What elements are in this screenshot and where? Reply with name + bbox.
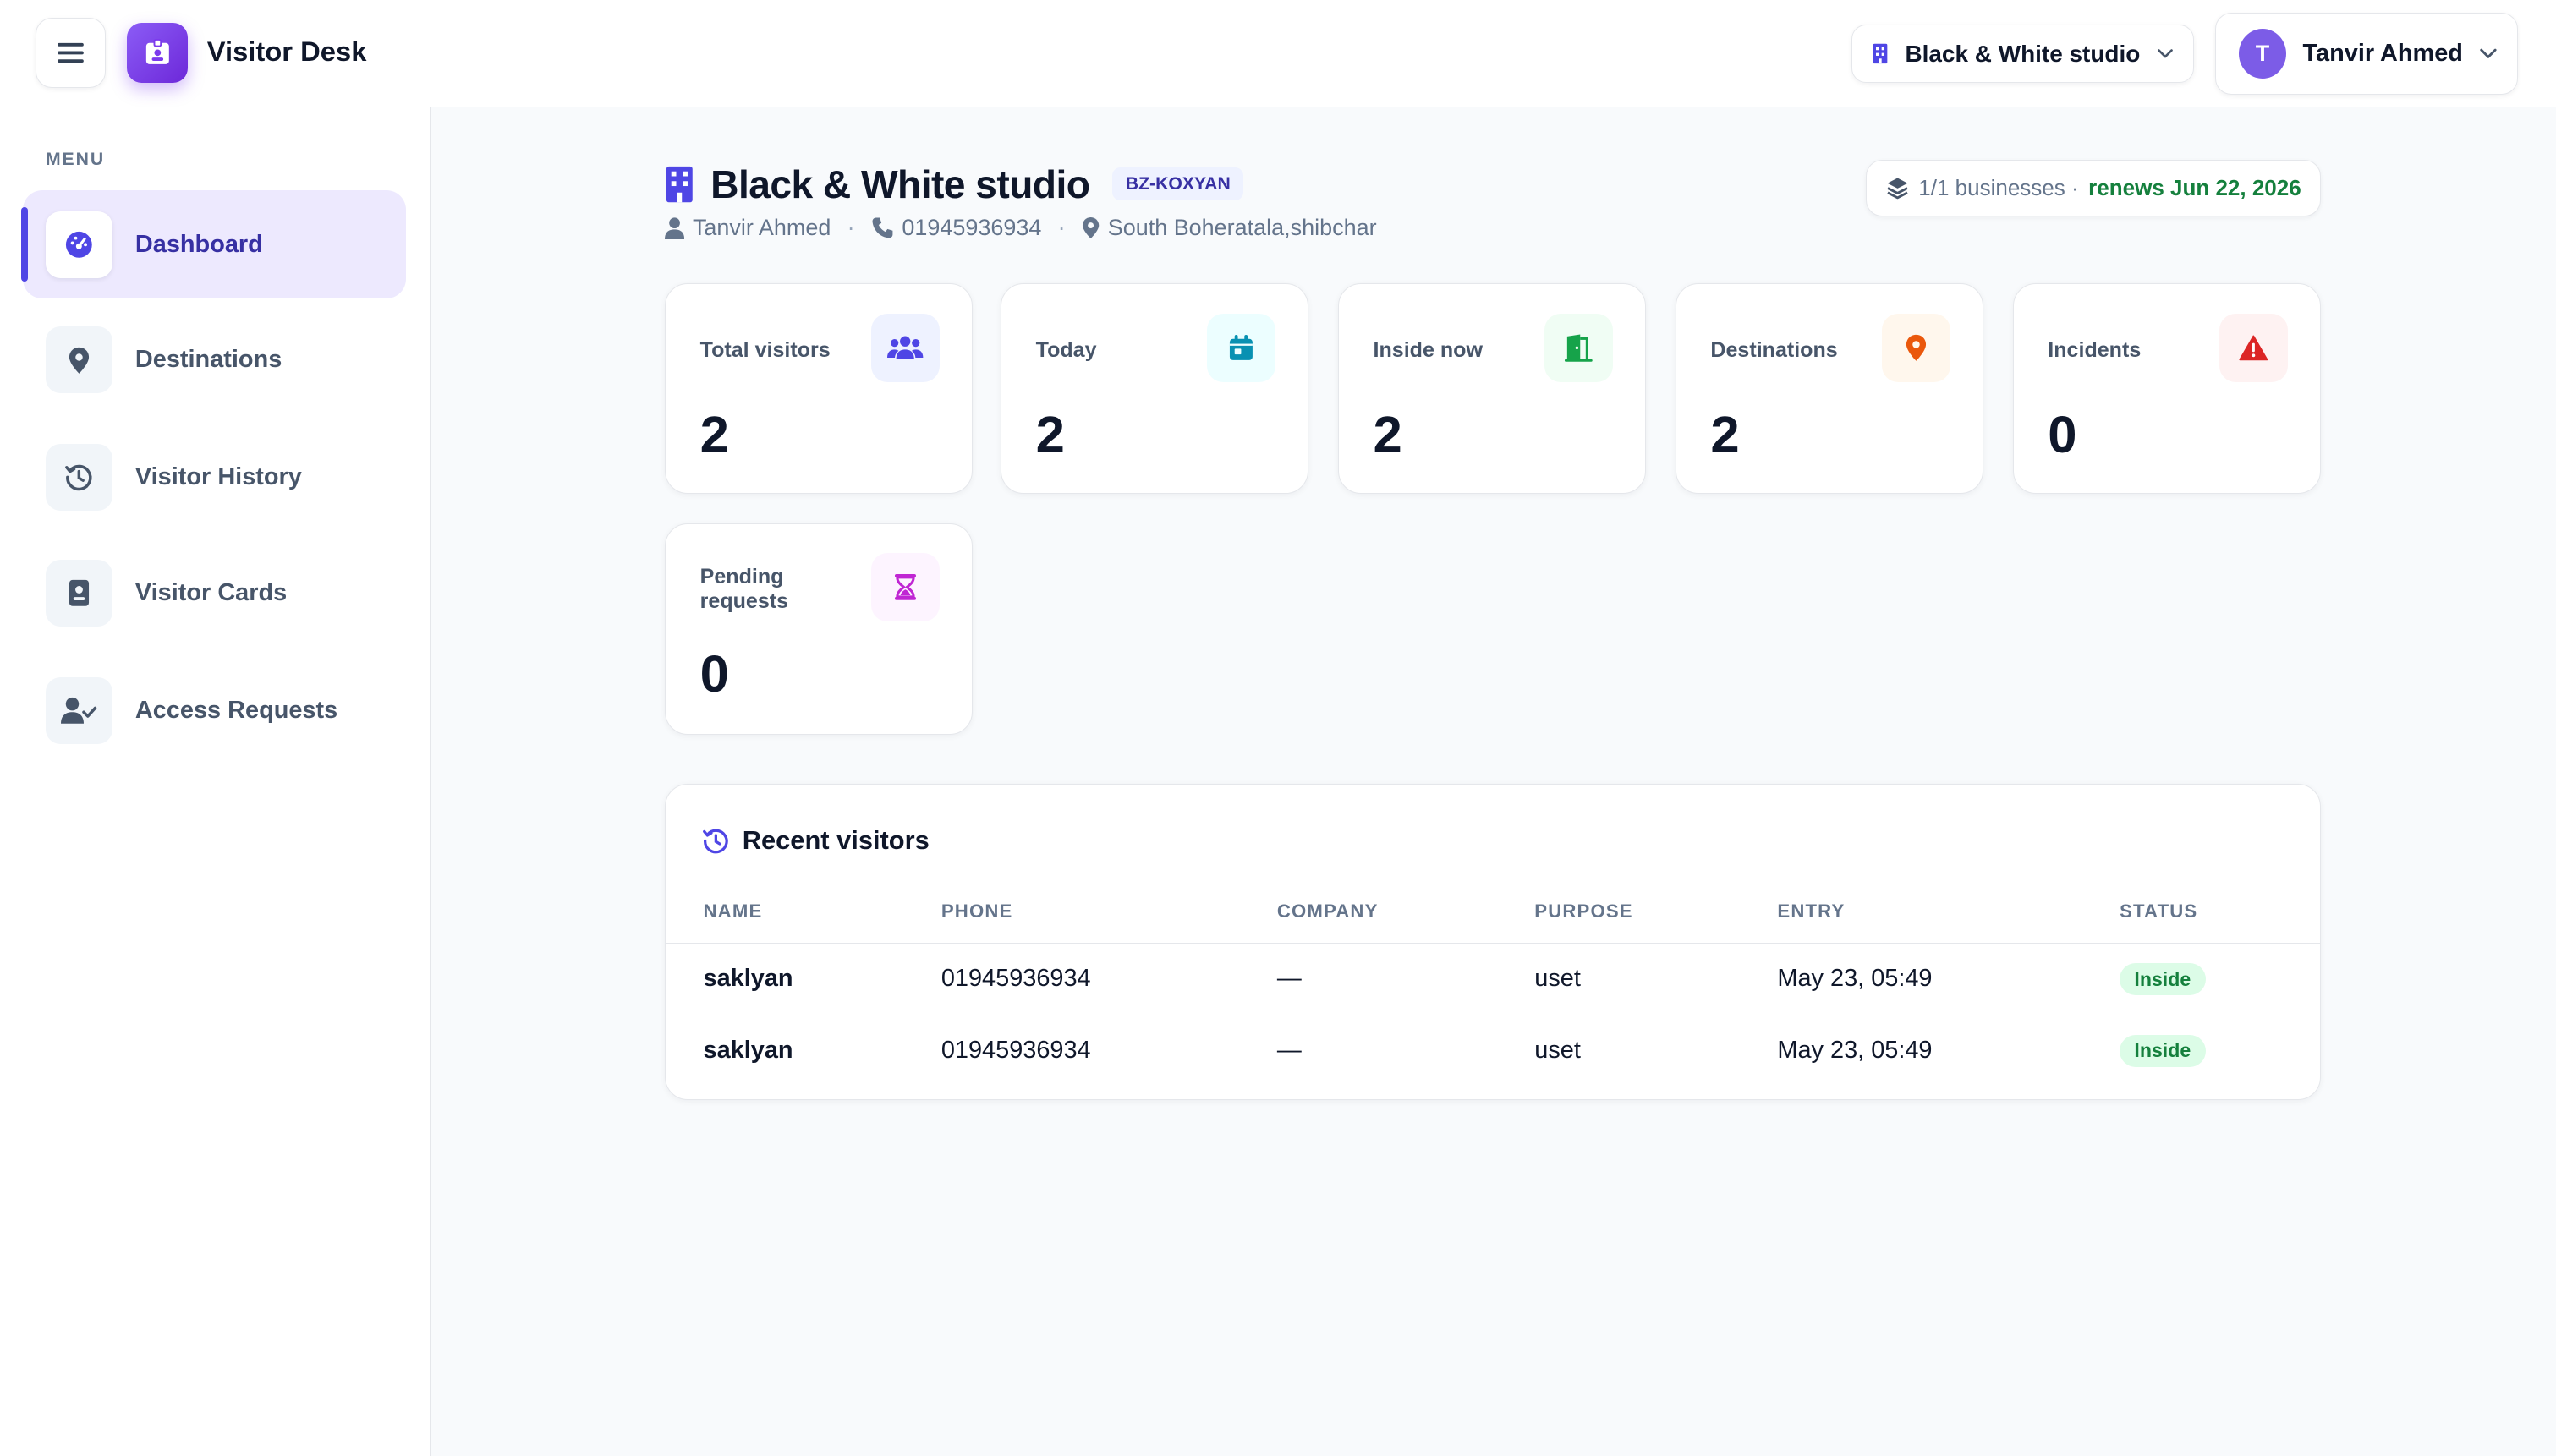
map-pin-icon [1082, 217, 1100, 239]
column-header-phone[interactable]: PHONE [941, 900, 1013, 922]
visitor-purpose: uset [1534, 1036, 1581, 1064]
door-open-icon [1564, 334, 1593, 362]
visitor-name: saklyan [703, 1036, 793, 1064]
stat-value: 2 [1373, 405, 1402, 464]
visitor-company: — [1276, 964, 1302, 992]
section-title: Recent visitors [742, 825, 930, 856]
chevron-down-icon [2157, 49, 2173, 58]
map-pin-icon [1906, 335, 1926, 361]
business-phone: 01945936934 [902, 215, 1042, 241]
hourglass-icon [894, 574, 916, 601]
stat-label: Total visitors [699, 337, 831, 362]
building-icon [1873, 43, 1888, 64]
sidebar-item-visitor-history[interactable]: Visitor History [23, 424, 406, 531]
hamburger-icon [58, 43, 85, 63]
business-address: South Boheratala,shibchar [1107, 215, 1377, 241]
column-header-purpose[interactable]: PURPOSE [1534, 900, 1632, 922]
warning-icon [2239, 335, 2268, 361]
stat-card-destinations[interactable]: Destinations 2 [1675, 283, 1984, 494]
sidebar-item-visitor-cards[interactable]: Visitor Cards [23, 539, 406, 647]
sidebar-item-label: Destinations [134, 346, 282, 374]
stat-label: Destinations [1710, 337, 1838, 362]
business-heading: Black & White studio BZ-KOXYAN [665, 161, 1244, 207]
app-logo[interactable] [127, 22, 188, 84]
history-icon [702, 829, 728, 854]
sidebar-item-dashboard[interactable]: Dashboard [21, 190, 406, 298]
plan-renewal: renews Jun 22, 2026 [2088, 175, 2301, 201]
phone-icon [872, 217, 893, 238]
stat-card-total-visitors[interactable]: Total visitors 2 [665, 283, 974, 494]
column-header-status[interactable]: STATUS [2120, 900, 2197, 922]
sidebar-item-access-requests[interactable]: Access Requests [23, 657, 406, 764]
column-header-entry[interactable]: ENTRY [1777, 900, 1845, 922]
sidebar: MENU Dashboard Destinations Visitor Hist… [0, 107, 431, 1456]
top-bar: Visitor Desk Black & White studio T Tanv… [0, 0, 2556, 108]
layers-icon [1887, 178, 1908, 200]
visitor-entry: May 23, 05:49 [1777, 1036, 1933, 1064]
visitor-entry: May 23, 05:49 [1777, 964, 1933, 992]
stat-value: 2 [699, 405, 729, 464]
chevron-down-icon [2480, 48, 2497, 58]
page-title: Black & White studio [710, 161, 1090, 206]
user-name: Tanvir Ahmed [2302, 40, 2463, 68]
gauge-icon [66, 231, 92, 258]
stat-label: Inside now [1373, 337, 1483, 362]
table-row[interactable]: saklyan 01945936934 — uset May 23, 05:49… [666, 1014, 2321, 1087]
stat-value: 2 [1710, 405, 1740, 464]
visitor-company: — [1276, 1036, 1302, 1064]
sidebar-item-label: Access Requests [134, 696, 338, 724]
app-title: Visitor Desk [206, 36, 367, 68]
id-card-icon [69, 579, 89, 606]
visitor-purpose: uset [1534, 964, 1581, 992]
column-header-company[interactable]: COMPANY [1277, 900, 1379, 922]
menu-section-label: MENU [45, 150, 106, 170]
stat-value: 0 [699, 645, 729, 704]
menu-toggle-button[interactable] [36, 18, 107, 89]
column-header-name[interactable]: NAME [704, 900, 763, 922]
sidebar-item-label: Visitor Cards [134, 578, 288, 606]
stat-card-pending-requests[interactable]: Pending requests 0 [665, 523, 974, 736]
stat-value: 0 [2048, 405, 2077, 464]
recent-visitors-panel: Recent visitors NAME PHONE COMPANY PURPO… [665, 783, 2322, 1100]
visitor-phone: 01945936934 [941, 1036, 1091, 1064]
user-check-icon [61, 697, 97, 724]
visitor-phone: 01945936934 [941, 964, 1091, 992]
stat-label: Incidents [2048, 337, 2142, 362]
users-icon [887, 336, 924, 359]
table-row[interactable]: saklyan 01945936934 — uset May 23, 05:49… [666, 942, 2321, 1015]
business-selector-label: Black & White studio [1905, 40, 2141, 67]
plan-status-pill[interactable]: 1/1 businesses · renews Jun 22, 2026 [1866, 159, 2322, 217]
status-badge: Inside [2120, 962, 2206, 996]
business-meta: Tanvir Ahmed · 01945936934 · South Boher… [665, 215, 1377, 241]
stat-card-today[interactable]: Today 2 [1001, 283, 1309, 494]
stat-label: Pending requests [699, 564, 789, 613]
business-selector[interactable]: Black & White studio [1851, 24, 2194, 84]
user-menu[interactable]: T Tanvir Ahmed [2214, 13, 2519, 95]
status-badge: Inside [2120, 1034, 2206, 1068]
business-owner: Tanvir Ahmed [692, 215, 831, 241]
map-pin-icon [69, 347, 89, 374]
calendar-icon [1229, 335, 1253, 360]
sidebar-item-label: Dashboard [134, 230, 263, 258]
user-icon [665, 217, 685, 240]
sidebar-item-label: Visitor History [134, 463, 302, 491]
stat-value: 2 [1035, 405, 1065, 464]
avatar: T [2238, 28, 2287, 79]
visitor-name: saklyan [703, 964, 793, 992]
history-icon [65, 465, 92, 491]
stat-card-incidents[interactable]: Incidents 0 [2012, 283, 2322, 494]
stat-label: Today [1035, 337, 1097, 362]
stat-card-inside-now[interactable]: Inside now 2 [1338, 283, 1647, 494]
id-badge-icon [145, 39, 169, 65]
building-icon [666, 166, 693, 202]
plan-usage: 1/1 businesses · [1918, 175, 2079, 201]
sidebar-item-destinations[interactable]: Destinations [23, 306, 406, 413]
business-code-badge: BZ-KOXYAN [1112, 167, 1244, 201]
